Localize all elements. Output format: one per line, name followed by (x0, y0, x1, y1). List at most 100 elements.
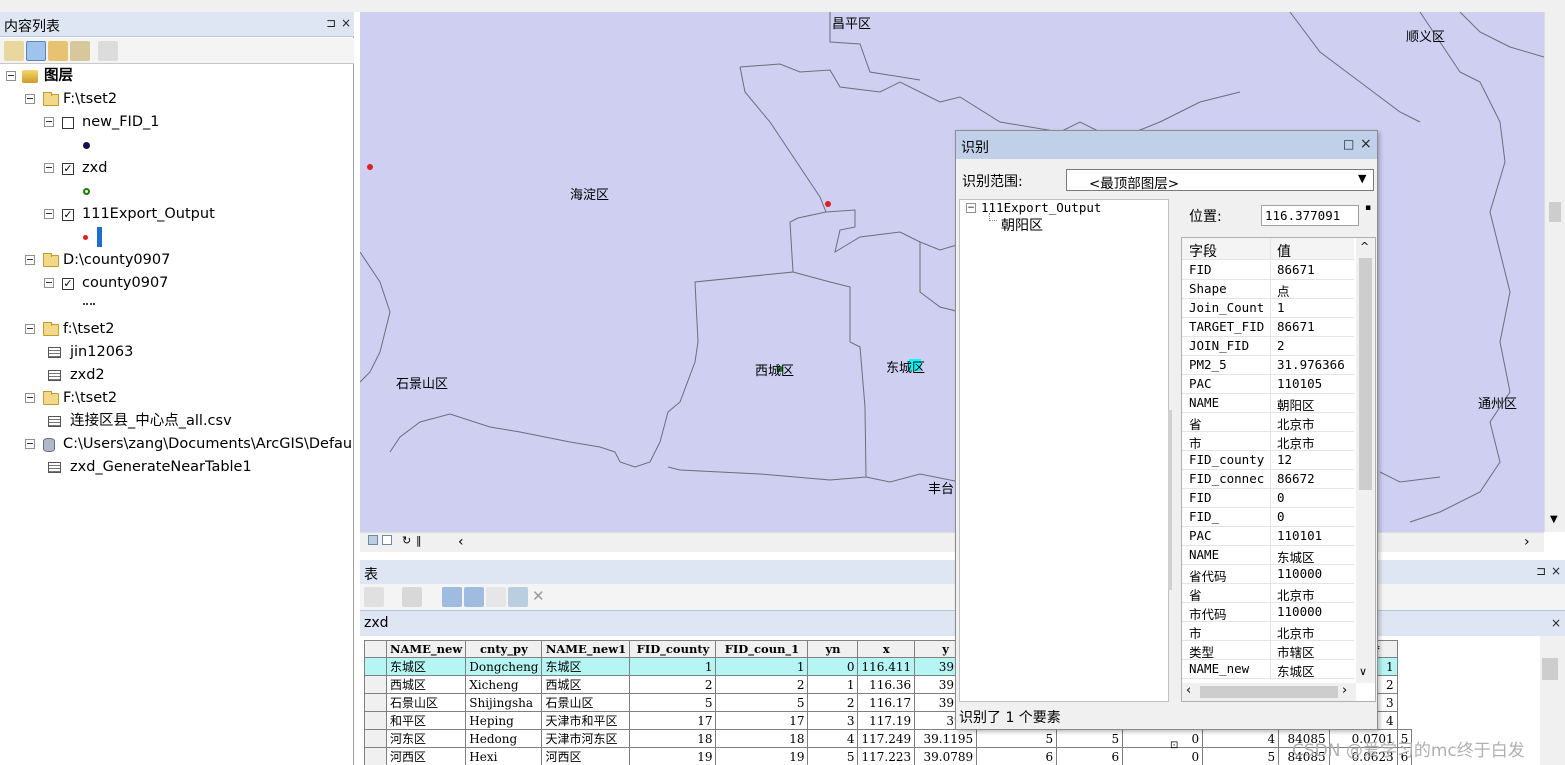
column-header[interactable]: cnty_py (465, 640, 543, 658)
table-cell[interactable]: 2 (629, 675, 717, 694)
table-cell[interactable]: 河西区 (385, 747, 467, 765)
toc-item[interactable] (0, 180, 352, 203)
table-cell[interactable]: 河东区 (385, 729, 467, 748)
scroll-left-icon[interactable]: ‹ (1186, 683, 1191, 698)
toc-item[interactable]: f:\tset2 (0, 318, 352, 341)
scroll-down-icon[interactable]: ∨ (1359, 665, 1367, 678)
column-header[interactable]: x (857, 640, 916, 658)
related-tables-icon[interactable] (402, 587, 422, 607)
table-cell[interactable]: 6 (1056, 747, 1124, 765)
table-cell[interactable]: 东城区 (541, 657, 631, 676)
field-row[interactable]: PAC 110105 (1182, 375, 1354, 394)
table-cell[interactable]: 1 (807, 675, 859, 694)
table-cell[interactable]: 39.1195 (914, 729, 978, 748)
toc-item[interactable]: new_FID_1 (0, 111, 352, 134)
collapse-icon[interactable] (44, 209, 54, 219)
table-cell[interactable]: 117.249 (857, 729, 916, 748)
field-row[interactable]: NAME 东城区 (1182, 546, 1354, 565)
select-by-attributes-icon[interactable] (442, 587, 462, 607)
table-cell[interactable]: 5 (976, 729, 1058, 748)
table-cell[interactable]: 19 (715, 747, 809, 765)
location-dropdown-icon[interactable]: ▪ (1365, 203, 1371, 213)
row-selector[interactable] (364, 657, 387, 676)
row-selector-header[interactable] (364, 640, 387, 658)
result-layer-name[interactable]: 111Export_Output (981, 200, 1101, 215)
row-selector[interactable] (364, 747, 387, 765)
toc-item[interactable]: ✓ county0907 (0, 272, 352, 295)
table-cell[interactable]: 东城区 (385, 657, 467, 676)
layer-visibility-checkbox[interactable]: ✓ (62, 163, 74, 175)
table-cell[interactable]: 0 (1122, 747, 1204, 765)
collapse-icon[interactable] (44, 163, 54, 173)
collapse-icon[interactable] (44, 117, 54, 127)
table-cell[interactable]: 117.19 (857, 711, 916, 730)
table-cell[interactable]: 和平区 (385, 711, 467, 730)
table-cell[interactable]: 河西区 (541, 747, 631, 765)
list-by-visibility-icon[interactable] (48, 41, 68, 61)
scroll-thumb[interactable] (1359, 258, 1372, 490)
layer-visibility-checkbox[interactable]: ✓ (62, 209, 74, 221)
result-feature-name[interactable]: 朝阳区 (1001, 215, 1043, 235)
toc-item[interactable]: F:\tset2 (0, 88, 352, 111)
table-cell[interactable]: 117.223 (857, 747, 916, 765)
table-cell[interactable]: 天津市河东区 (541, 729, 631, 748)
delete-selected-icon[interactable]: ✕ (532, 587, 545, 605)
field-row[interactable]: PM2_5 31.976366 (1182, 356, 1354, 375)
field-row[interactable]: TARGET_FID 86671 (1182, 318, 1354, 337)
table-cell[interactable]: Dongcheng (465, 657, 543, 676)
table-cell[interactable]: Heping (465, 711, 543, 730)
field-row[interactable]: NAME 朝阳区 (1182, 394, 1354, 413)
toc-item[interactable]: ✓ zxd (0, 157, 352, 180)
column-header[interactable]: FID_county (629, 640, 717, 658)
toc-item[interactable]: F:\tset2 (0, 387, 352, 410)
table-cell[interactable]: Shijingsha (465, 693, 543, 712)
field-row[interactable]: 省 北京市 (1182, 584, 1354, 603)
table-cell[interactable]: 116.17 (857, 693, 916, 712)
table-cell[interactable]: 19 (629, 747, 717, 765)
table-cell[interactable]: 6 (976, 747, 1058, 765)
table-cell[interactable]: 西城区 (541, 675, 631, 694)
toc-item[interactable]: D:\county0907 (0, 249, 352, 272)
dropdown-arrow-icon[interactable]: ▼ (1358, 172, 1366, 185)
table-cell[interactable]: 116.411 (857, 657, 916, 676)
data-view-icon[interactable] (382, 535, 392, 545)
column-header[interactable]: yn (807, 640, 859, 658)
toc-item[interactable]: zxd2 (0, 364, 352, 387)
toc-item[interactable]: C:\Users\zang\Documents\ArcGIS\Defau (0, 433, 352, 456)
pin-icon[interactable]: ⊐ (1536, 564, 1546, 578)
row-selector[interactable] (364, 711, 387, 730)
field-row[interactable]: 省 北京市 (1182, 413, 1354, 432)
toc-item[interactable]: zxd_GenerateNearTable1 (0, 456, 352, 479)
table-cell[interactable]: 39.0789 (914, 747, 978, 765)
scroll-up-icon[interactable]: ^ (1360, 240, 1369, 253)
row-selector[interactable] (364, 693, 387, 712)
table-cell[interactable]: 4 (807, 729, 859, 748)
table-cell[interactable]: 4 (1202, 729, 1280, 748)
splitter[interactable] (1168, 410, 1172, 590)
field-row[interactable]: 市 北京市 (1182, 432, 1354, 451)
table-cell[interactable]: 5 (1056, 729, 1124, 748)
table-cell[interactable]: 5 (807, 747, 859, 765)
field-row[interactable]: Join_Count 1 (1182, 299, 1354, 318)
identify-scope-select[interactable]: <最顶部图层> ▼ (1066, 169, 1374, 192)
switch-selection-icon[interactable] (464, 587, 484, 607)
collapse-icon[interactable] (6, 71, 16, 81)
list-by-source-icon[interactable] (26, 41, 46, 61)
close-icon[interactable]: × (341, 16, 351, 30)
table-cell[interactable]: 2 (715, 675, 809, 694)
splitter-icon[interactable]: ⊡ (1170, 740, 1178, 751)
table-options-icon[interactable] (364, 587, 384, 607)
table-row[interactable]: 河东区 Hedong 天津市河东区 18 18 4 117.249 39.1195 5 5 0 4 84… (364, 729, 1413, 748)
column-header[interactable]: NAME_new1 (541, 640, 631, 658)
list-by-drawing-order-icon[interactable] (4, 41, 24, 61)
close-icon[interactable]: × (1551, 564, 1561, 578)
options-icon[interactable] (98, 41, 118, 61)
field-row[interactable]: JOIN_FID 2 (1182, 337, 1354, 356)
collapse-icon[interactable]: − (966, 203, 976, 213)
table-cell[interactable]: 天津市和平区 (541, 711, 631, 730)
field-row[interactable]: FID_ 0 (1182, 508, 1354, 527)
table-cell[interactable]: 2 (807, 693, 859, 712)
field-grid-vertical-scrollbar[interactable]: ^ ∨ (1356, 238, 1375, 683)
scroll-right-icon[interactable]: › (1524, 534, 1530, 550)
table-cell[interactable]: 18 (715, 729, 809, 748)
